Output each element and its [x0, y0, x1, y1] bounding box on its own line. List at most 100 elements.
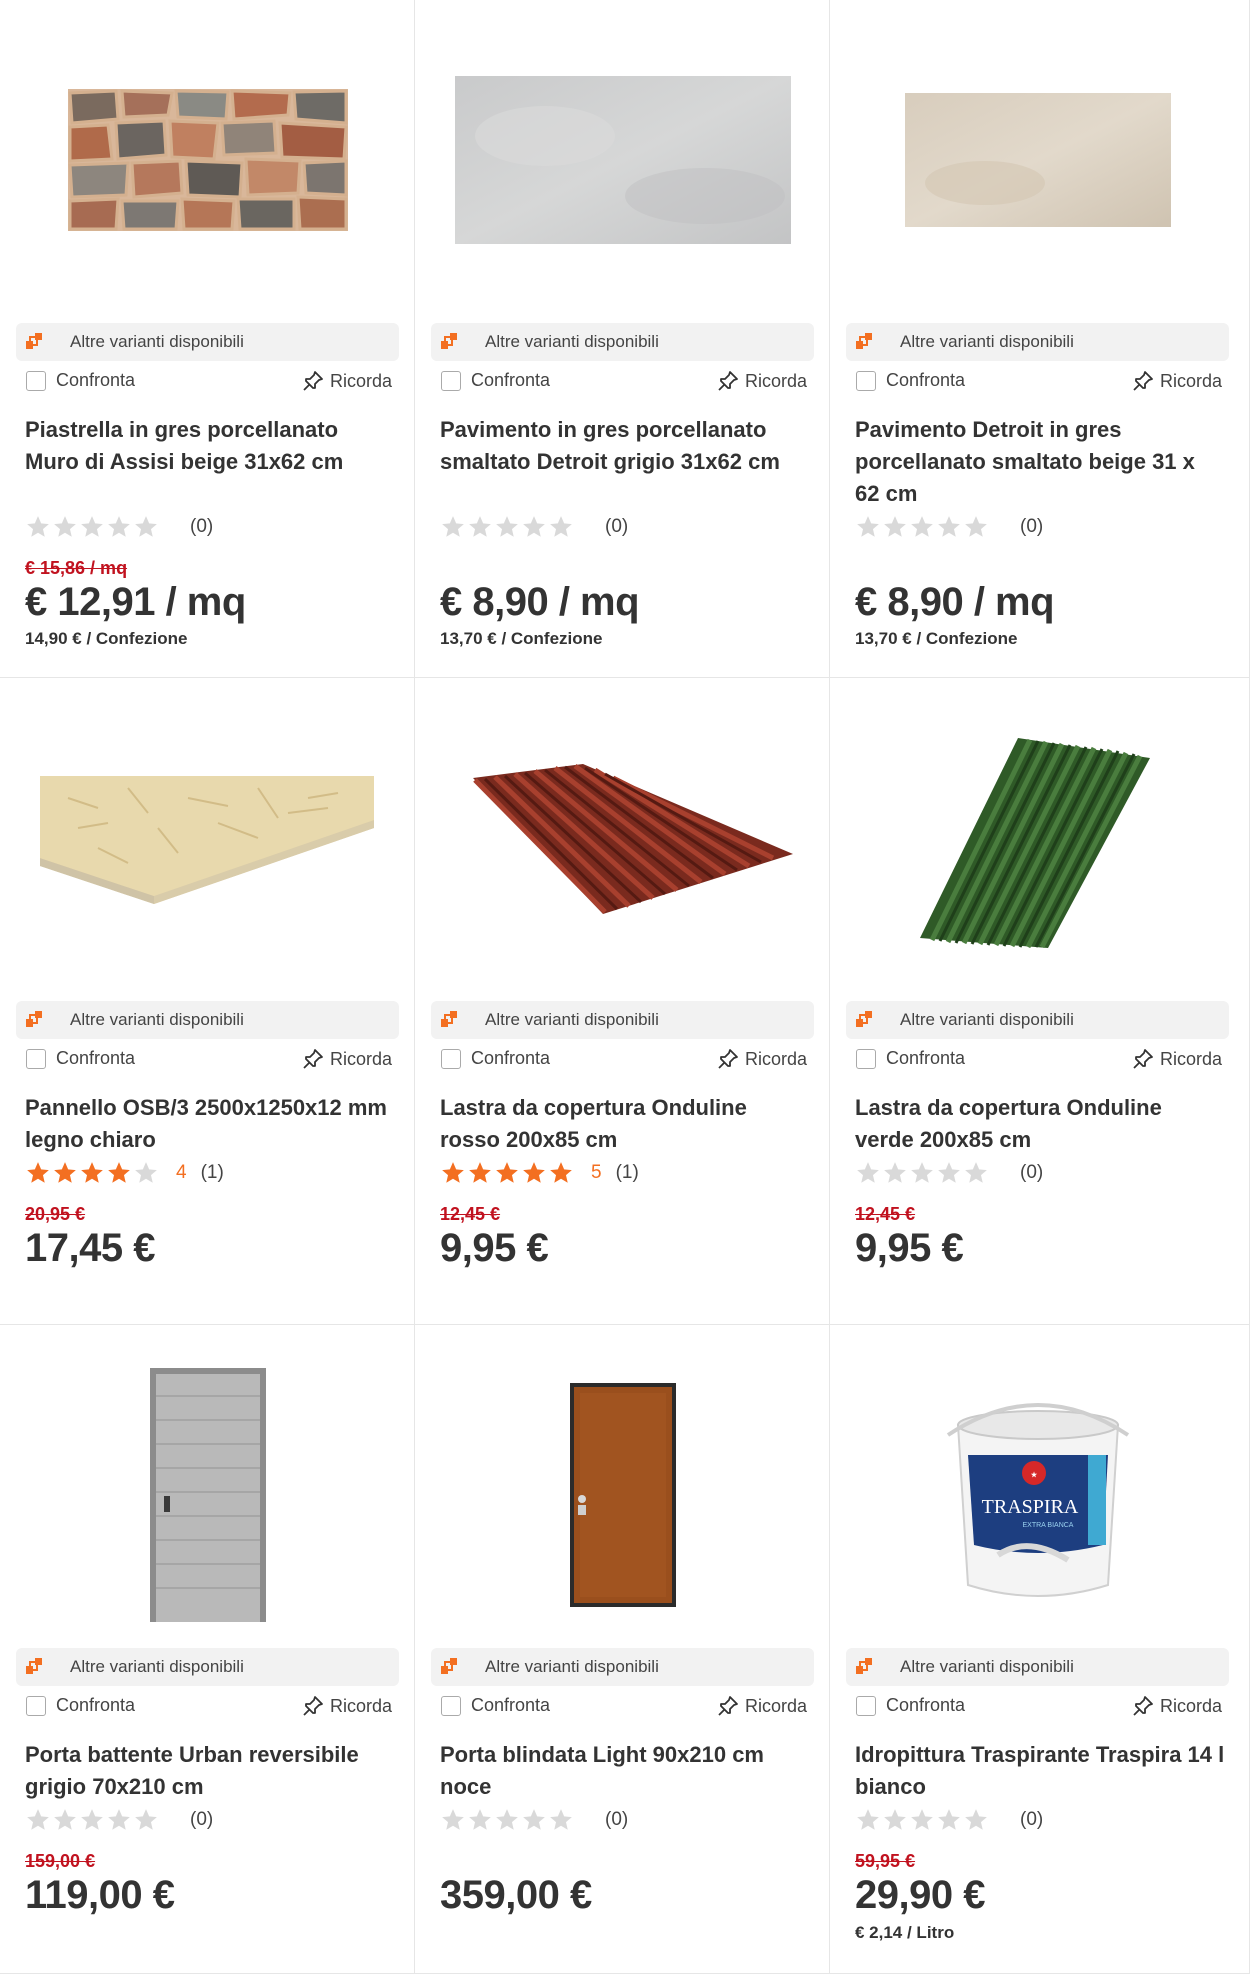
variants-label: Altre varianti disponibili — [70, 1010, 244, 1029]
star-empty-icon — [135, 516, 157, 537]
variants-banner[interactable]: Altre varianti disponibili — [846, 323, 1229, 361]
variants-label: Altre varianti disponibili — [485, 332, 659, 351]
compare-label: Confronta — [886, 1048, 966, 1068]
pin-icon — [1133, 371, 1153, 391]
product-card[interactable]: Altre varianti disponibili Confronta Ric… — [830, 0, 1250, 678]
product-image[interactable] — [415, 678, 830, 998]
variants-label: Altre varianti disponibili — [70, 1657, 244, 1676]
checkbox-box[interactable] — [856, 1695, 876, 1716]
variants-banner[interactable]: Altre varianti disponibili — [846, 1648, 1229, 1686]
variants-banner[interactable]: Altre varianti disponibili — [16, 323, 399, 361]
remember-button[interactable]: Ricorda — [717, 370, 807, 392]
product-price: 29,90 € — [855, 1873, 985, 1917]
remember-button[interactable]: Ricorda — [302, 370, 392, 392]
product-card[interactable]: Altre varianti disponibili Confronta Ric… — [0, 0, 415, 678]
remember-button[interactable]: Ricorda — [1132, 1048, 1222, 1070]
variants-icon — [441, 1658, 457, 1674]
variants-banner[interactable]: Altre varianti disponibili — [431, 323, 814, 361]
product-price: € 8,90 / mq — [855, 580, 1055, 624]
checkbox-box[interactable] — [856, 370, 876, 391]
product-card[interactable]: Altre varianti disponibili Confronta Ric… — [415, 0, 830, 678]
remember-button[interactable]: Ricorda — [717, 1048, 807, 1070]
old-price: 20,95 € — [25, 1204, 86, 1224]
pin-icon — [1133, 1696, 1153, 1716]
checkbox-box[interactable] — [441, 370, 461, 391]
star-filled-icon — [54, 1162, 76, 1183]
remember-label: Ricorda — [744, 1695, 807, 1716]
star-empty-icon — [857, 1162, 879, 1183]
rating-stars — [440, 514, 575, 540]
product-card[interactable]: Altre varianti disponibili Confronta Ric… — [415, 1325, 830, 1974]
remember-button[interactable]: Ricorda — [1132, 370, 1222, 392]
product-title[interactable]: Porta battente Urban reversibile grigio … — [25, 1739, 395, 1803]
remember-label: Ricorda — [1159, 1048, 1222, 1069]
product-grid: Altre varianti disponibili Confronta Ric… — [0, 0, 1250, 1974]
variants-banner[interactable]: Altre varianti disponibili — [431, 1001, 814, 1039]
compare-checkbox[interactable]: Confronta — [856, 1695, 965, 1716]
checkbox-box[interactable] — [856, 1048, 876, 1069]
product-card[interactable]: Altre varianti disponibili Confronta Ric… — [415, 678, 830, 1325]
variants-label: Altre varianti disponibili — [900, 332, 1074, 351]
checkbox-box[interactable] — [441, 1048, 461, 1069]
product-title[interactable]: Pannello OSB/3 2500x1250x12 mm legno chi… — [25, 1092, 395, 1156]
checkbox-box[interactable] — [26, 1048, 46, 1069]
pin-icon — [1133, 1049, 1153, 1069]
product-title[interactable]: Porta blindata Light 90x210 cm noce — [440, 1739, 810, 1803]
compare-checkbox[interactable]: Confronta — [856, 370, 965, 391]
rating-count: (0) — [605, 516, 629, 537]
variants-banner[interactable]: Altre varianti disponibili — [431, 1648, 814, 1686]
compare-checkbox[interactable]: Confronta — [26, 1695, 135, 1716]
product-card[interactable]: ★ TRASPIRA EXTRA BIANCA Altre varianti d… — [830, 1325, 1250, 1974]
star-empty-icon — [857, 516, 879, 537]
compare-label: Confronta — [56, 1048, 136, 1068]
product-price: 17,45 € — [25, 1226, 155, 1270]
product-image[interactable] — [415, 1335, 830, 1655]
compare-checkbox[interactable]: Confronta — [856, 1048, 965, 1069]
compare-checkbox[interactable]: Confronta — [26, 1048, 135, 1069]
product-price: € 12,91 / mq — [25, 580, 246, 624]
checkbox-box[interactable] — [441, 1695, 461, 1716]
star-empty-icon — [523, 516, 545, 537]
product-image[interactable]: ★ TRASPIRA EXTRA BIANCA — [830, 1335, 1245, 1655]
variants-banner[interactable]: Altre varianti disponibili — [16, 1648, 399, 1686]
product-image[interactable] — [830, 678, 1245, 998]
product-image[interactable] — [0, 678, 415, 998]
remember-button[interactable]: Ricorda — [717, 1695, 807, 1717]
product-image[interactable] — [830, 0, 1245, 320]
compare-checkbox[interactable]: Confronta — [26, 370, 135, 391]
unit-price: 13,70 € / Confezione — [855, 629, 1018, 648]
compare-checkbox[interactable]: Confronta — [441, 1695, 550, 1716]
variants-icon — [856, 1011, 872, 1027]
rating-stars — [25, 1160, 160, 1186]
product-price: 9,95 € — [440, 1226, 549, 1270]
compare-checkbox[interactable]: Confronta — [441, 1048, 550, 1069]
star-filled-icon — [81, 1162, 103, 1183]
remember-button[interactable]: Ricorda — [1132, 1695, 1222, 1717]
variants-banner[interactable]: Altre varianti disponibili — [846, 1001, 1229, 1039]
product-card[interactable]: Altre varianti disponibili Confronta Ric… — [830, 678, 1250, 1325]
product-image[interactable] — [0, 0, 415, 320]
product-title[interactable]: Idropittura Traspirante Traspira 14 l bi… — [855, 1739, 1225, 1803]
product-title[interactable]: Piastrella in gres porcellanato Muro di … — [25, 414, 395, 478]
star-empty-icon — [965, 1162, 987, 1183]
checkbox-box[interactable] — [26, 1695, 46, 1716]
remember-button[interactable]: Ricorda — [302, 1695, 392, 1717]
product-title[interactable]: Lastra da copertura Onduline rosso 200x8… — [440, 1092, 810, 1156]
wooden-door-image — [569, 1383, 676, 1607]
checkbox-box[interactable] — [26, 370, 46, 391]
variants-banner[interactable]: Altre varianti disponibili — [16, 1001, 399, 1039]
star-empty-icon — [911, 516, 933, 537]
variants-label: Altre varianti disponibili — [70, 332, 244, 351]
product-card[interactable]: Altre varianti disponibili Confronta Ric… — [0, 678, 415, 1325]
product-image[interactable] — [415, 0, 830, 320]
product-title[interactable]: Pavimento in gres porcellanato smaltato … — [440, 414, 810, 478]
star-empty-icon — [884, 516, 906, 537]
compare-checkbox[interactable]: Confronta — [441, 370, 550, 391]
product-card[interactable]: Altre varianti disponibili Confronta Ric… — [0, 1325, 415, 1974]
remember-button[interactable]: Ricorda — [302, 1048, 392, 1070]
product-title[interactable]: Lastra da copertura Onduline verde 200x8… — [855, 1092, 1225, 1156]
product-image[interactable] — [0, 1335, 415, 1655]
unit-price: € 2,14 / Litro — [855, 1923, 955, 1942]
star-empty-icon — [550, 1809, 572, 1830]
product-title[interactable]: Pavimento Detroit in gres porcellanato s… — [855, 414, 1225, 510]
